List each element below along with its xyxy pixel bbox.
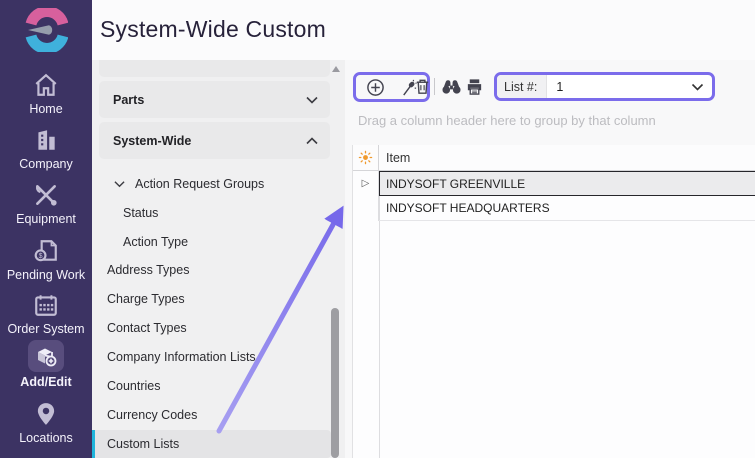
sidebar-item-label: Locations [0, 431, 92, 445]
order-system-icon [33, 292, 59, 318]
accordion-section-parts[interactable]: Parts [99, 81, 330, 118]
tree-item-countries[interactable]: Countries [92, 372, 331, 400]
chevron-up-icon [306, 137, 318, 145]
list-number-label: List #: [497, 75, 547, 98]
sidebar-item-add-edit[interactable]: Add/Edit [0, 340, 92, 389]
data-grid: Item ▷ INDYSOFT GREENVILLE INDYSOFT HEAD… [352, 145, 755, 458]
equipment-icon [33, 182, 59, 208]
sidebar-item-label: Order System [0, 322, 92, 336]
list-number-combobox[interactable]: List #: 1 [494, 72, 715, 101]
row-indicator-cell [353, 196, 379, 221]
add-icon[interactable] [366, 78, 385, 97]
tree-item-contact-types[interactable]: Contact Types [92, 314, 331, 342]
tree-item-action-request-groups[interactable]: Action Request Groups [92, 170, 331, 198]
sidebar-item-order-system[interactable]: Order System [0, 292, 92, 336]
section-label: Parts [113, 93, 306, 107]
tree-item-label: Countries [107, 379, 161, 393]
sidebar-item-pending-work[interactable]: $ Pending Work [0, 238, 92, 282]
sidebar-item-label: Pending Work [0, 268, 92, 282]
svg-text:$: $ [39, 253, 43, 260]
column-header-item[interactable]: Item [379, 145, 755, 170]
chevron-down-icon [306, 96, 318, 104]
table-row[interactable]: ▷ INDYSOFT GREENVILLE [353, 171, 755, 196]
tree-item-custom-lists[interactable]: Custom Lists [92, 430, 331, 458]
tree-item-action-type[interactable]: Action Type [92, 228, 331, 256]
toolbar-divider [434, 78, 435, 95]
group-by-hint: Drag a column header here to group by th… [358, 113, 656, 128]
tree-item-label: Address Types [107, 263, 189, 277]
list-number-value[interactable]: 1 [547, 75, 691, 98]
page-title: System-Wide Custom [100, 16, 326, 43]
nav-panel: Parts System-Wide Action Request Groups … [92, 60, 345, 458]
section-label: System-Wide [113, 134, 306, 148]
tree-item-label: Charge Types [107, 292, 185, 306]
add-edit-icon-background [28, 340, 64, 372]
print-icon[interactable] [465, 77, 484, 96]
tree-item-label: Company Information Lists [107, 350, 256, 364]
tree-item-status[interactable]: Status [92, 199, 331, 227]
tree-item-address-types[interactable]: Address Types [92, 256, 331, 284]
tree-item-label: Custom Lists [107, 437, 179, 451]
tree-item-label: Action Request Groups [135, 177, 264, 191]
sidebar-item-equipment[interactable]: Equipment [0, 182, 92, 226]
tree-item-label: Currency Codes [107, 408, 197, 422]
tree-item-currency-codes[interactable]: Currency Codes [92, 401, 331, 429]
row-item-cell[interactable]: INDYSOFT GREENVILLE [379, 171, 755, 196]
row-item-cell[interactable]: INDYSOFT HEADQUARTERS [379, 196, 755, 221]
tree-item-label: Status [123, 206, 158, 220]
accordion-section-system-wide[interactable]: System-Wide [99, 122, 330, 159]
locations-icon [33, 401, 59, 427]
tree-item-charge-types[interactable]: Charge Types [92, 285, 331, 313]
tree-item-label: Contact Types [107, 321, 187, 335]
sidebar-item-label: Add/Edit [0, 375, 92, 389]
grid-header-row: Item [353, 145, 755, 171]
content-area: List #: 1 Drag a column header here to g… [345, 60, 755, 458]
accordion-section-partial[interactable] [99, 60, 330, 77]
company-icon [33, 127, 59, 153]
sidebar-item-locations[interactable]: Locations [0, 401, 92, 445]
pending-work-icon: $ [33, 238, 59, 264]
chevron-down-icon[interactable] [691, 83, 704, 91]
add-edit-icon [34, 344, 58, 368]
tree-item-label: Action Type [123, 235, 188, 249]
selected-item-accent-bar [92, 430, 95, 458]
tree-item-company-information-lists[interactable]: Company Information Lists [92, 343, 331, 371]
sun-indicator-icon [358, 150, 373, 165]
panel-scrollbar-thumb[interactable] [331, 308, 339, 458]
delete-icon[interactable] [413, 77, 432, 96]
panel-scroll-up-icon[interactable] [332, 66, 340, 72]
sidebar-item-label: Company [0, 157, 92, 171]
sidebar: Home Company Equipment $ Pending Work Or… [0, 0, 92, 458]
sidebar-item-label: Home [0, 102, 92, 116]
sidebar-item-company[interactable]: Company [0, 127, 92, 171]
find-icon[interactable] [441, 77, 462, 96]
sidebar-item-label: Equipment [0, 212, 92, 226]
chevron-down-icon [114, 180, 125, 188]
table-row[interactable]: INDYSOFT HEADQUARTERS [353, 196, 755, 221]
grid-indicator-header [353, 145, 379, 170]
home-icon [33, 72, 59, 98]
row-expander-icon[interactable]: ▷ [353, 171, 379, 196]
indysoft-logo-icon [24, 8, 68, 52]
sidebar-item-home[interactable]: Home [0, 72, 92, 116]
